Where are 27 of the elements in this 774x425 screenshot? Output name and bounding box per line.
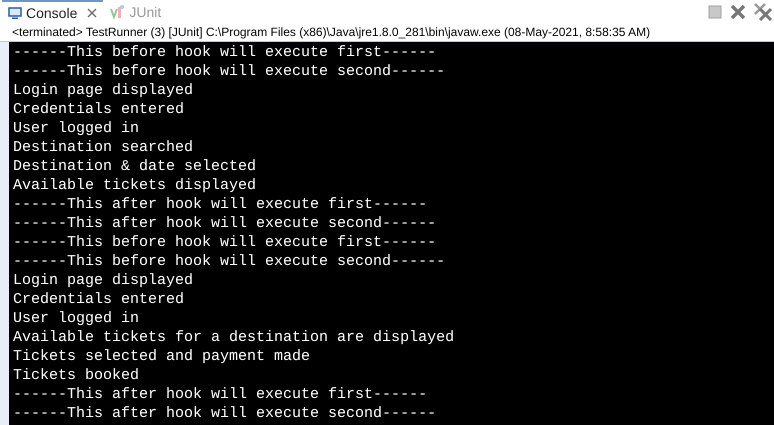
stop-icon[interactable] [708, 5, 722, 19]
console-line: ------This after hook will execute second------ [13, 404, 436, 423]
close-icon[interactable] [87, 8, 98, 18]
console-line: Available tickets displayed [13, 176, 256, 195]
remove-icon[interactable] [730, 4, 746, 20]
console-line: ------This after hook will execute first------ [13, 385, 428, 404]
console-line: Login page displayed [13, 81, 194, 100]
console-line: Destination searched [13, 138, 194, 157]
console-line: Credentials entered [13, 290, 184, 309]
console-line: ------This before hook will execute second------ [13, 252, 446, 271]
console-line: Available tickets for a destination are displayed [13, 328, 454, 347]
remove-all-icon[interactable] [754, 3, 772, 21]
console-line: Login page displayed [13, 271, 194, 290]
console-line: Credentials entered [13, 100, 184, 119]
console-line: ------This after hook will execute second------ [13, 214, 436, 233]
console-line: ------This after hook will execute first------ [13, 195, 428, 214]
console-line: Destination & date selected [13, 157, 256, 176]
console-line: ------This before hook will execute second------ [13, 62, 446, 81]
status-line: <terminated> TestRunner (3) [JUnit] C:\Program Files (x86)\Java\jre1.8.0_281\bin\javaw.exe (08-May-2021, 8:58:35 AM) [11, 24, 652, 41]
console-line: User logged in [13, 309, 140, 328]
console-line: ------This before hook will execute first------ [13, 233, 436, 252]
monitor-icon [8, 6, 22, 20]
console-line: ------This before hook will execute first------ [13, 43, 436, 62]
console-line: Tickets booked [13, 366, 140, 385]
test-icon [109, 4, 126, 20]
console-line: User logged in [13, 119, 140, 138]
console-line: Tickets selected and payment made [13, 347, 310, 366]
